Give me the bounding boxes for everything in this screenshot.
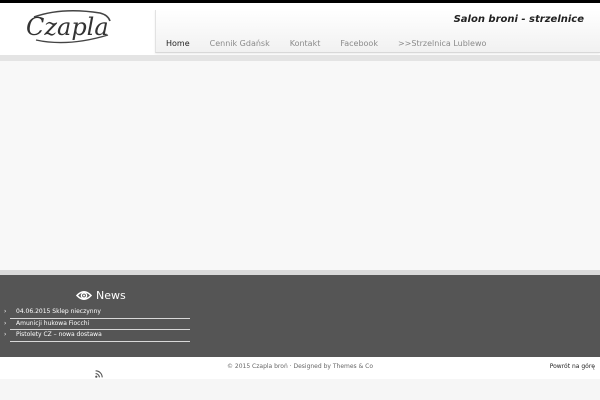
- footer-widgets: News › 04.06.2015 Sklep nieczynny › Amun…: [0, 275, 600, 357]
- news-link[interactable]: Amunicji hukowa Fiocchi: [16, 319, 89, 329]
- eye-icon: [76, 290, 92, 301]
- czapla-logo-graphic: Czapla: [26, 9, 111, 44]
- news-list: › 04.06.2015 Sklep nieczynny › Amunicji …: [4, 307, 190, 342]
- nav-item-cennik-gdansk[interactable]: Cennik Gdańsk: [200, 36, 280, 52]
- site-logo[interactable]: Czapla: [22, 7, 116, 49]
- site-header: Czapla Salon broni - strzelnice Home Cen…: [0, 3, 600, 55]
- copyright-text: © 2015 Czapla broń · Designed by Themes …: [226, 363, 374, 370]
- news-link[interactable]: 04.06.2015 Sklep nieczynny: [16, 307, 101, 317]
- list-item: › Pistolety CZ – nowa dostawa: [4, 330, 190, 342]
- news-title-text: News: [96, 289, 126, 302]
- news-link[interactable]: Pistolety CZ – nowa dostawa: [16, 330, 102, 340]
- list-item: › Amunicji hukowa Fiocchi: [4, 319, 190, 330]
- logo-text: Czapla: [26, 13, 109, 41]
- list-item: › 04.06.2015 Sklep nieczynny: [4, 307, 190, 319]
- arrow-right-icon: ›: [4, 319, 7, 327]
- nav-item-facebook[interactable]: Facebook: [330, 36, 388, 52]
- main-navigation: Home Cennik Gdańsk Kontakt Facebook >>St…: [156, 36, 496, 52]
- page-end: [0, 379, 600, 400]
- divider: [10, 340, 190, 342]
- nav-item-strzelnica-lublewo[interactable]: >>Strzelnica Lublewo: [388, 36, 496, 52]
- arrow-right-icon: ›: [4, 308, 7, 315]
- header-panel: Salon broni - strzelnice Home Cennik Gda…: [155, 10, 600, 53]
- arrow-right-icon: ›: [4, 331, 7, 338]
- back-to-top-link[interactable]: Powrót na górę: [550, 363, 595, 370]
- main-content-area: [0, 61, 600, 270]
- news-widget-title: News: [76, 289, 126, 302]
- nav-item-kontakt[interactable]: Kontakt: [280, 36, 331, 52]
- nav-item-home[interactable]: Home: [156, 36, 200, 52]
- footer-bottom: © 2015 Czapla broń · Designed by Themes …: [0, 357, 600, 379]
- site-tagline: Salon broni - strzelnice: [453, 14, 584, 25]
